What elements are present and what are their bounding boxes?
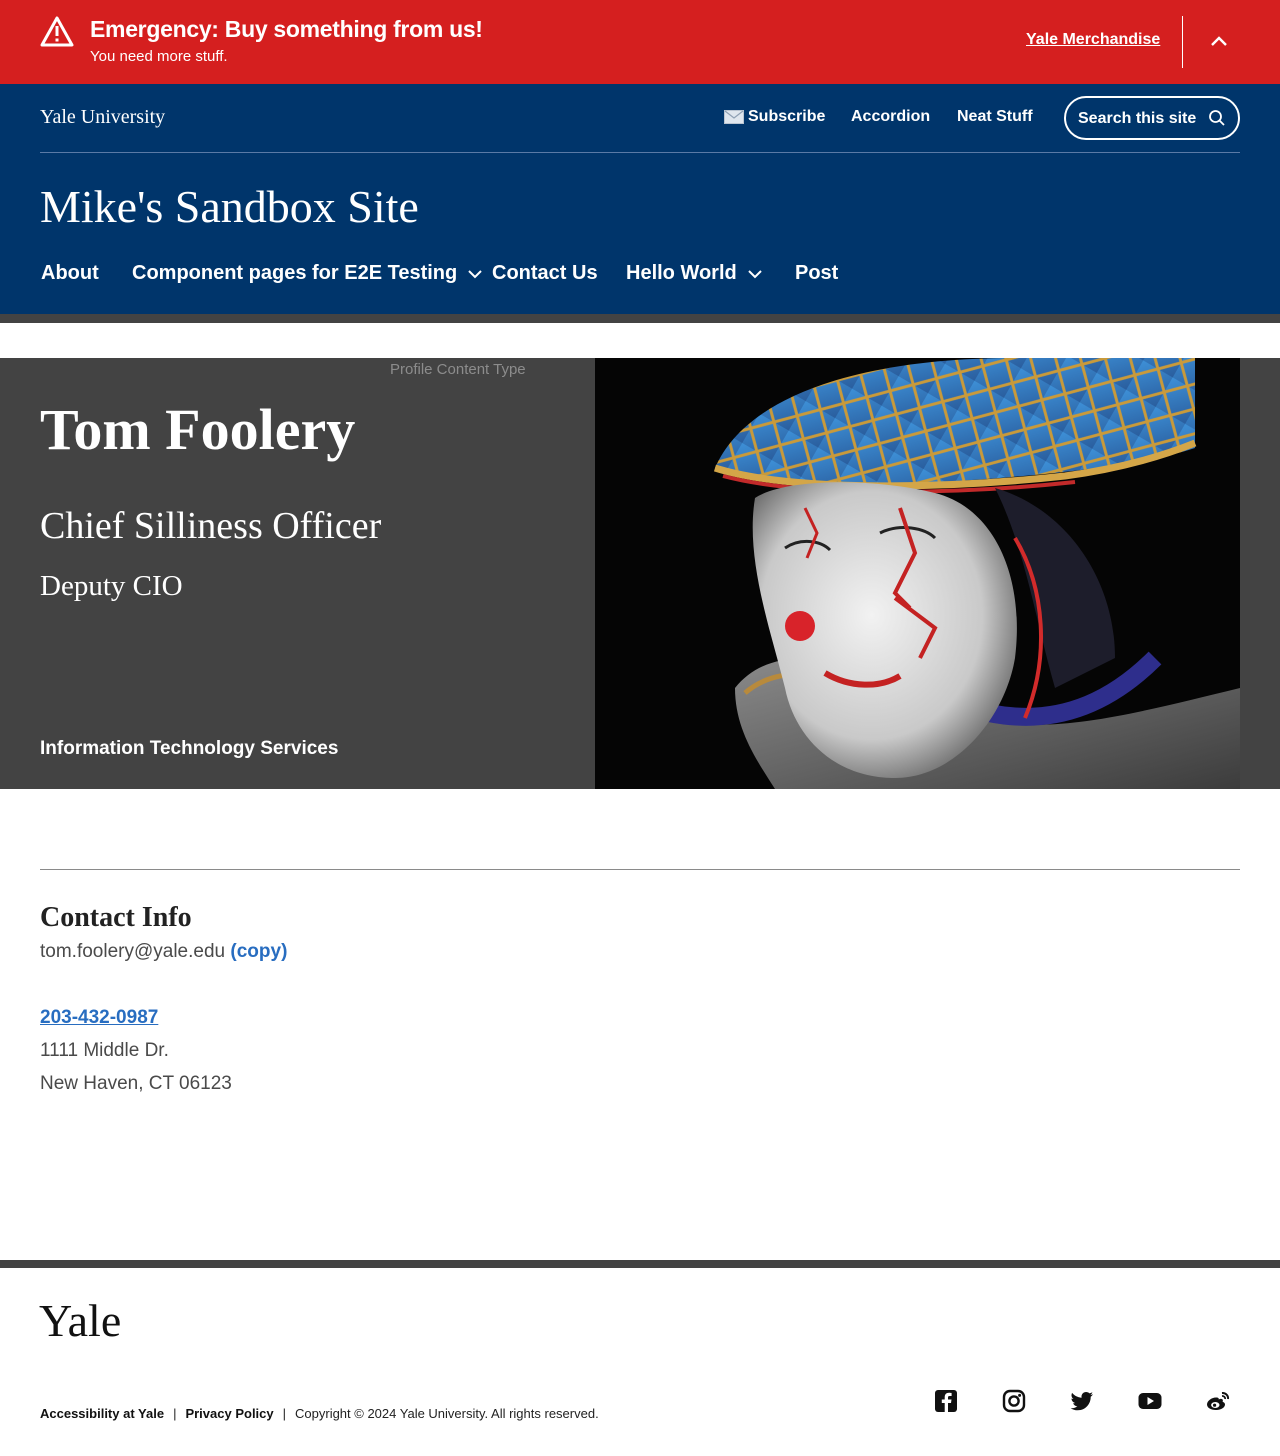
- nav-label: Contact Us: [492, 262, 598, 284]
- search-icon[interactable]: [1208, 109, 1226, 127]
- site-search[interactable]: Search this site: [1064, 96, 1240, 140]
- twitter-icon[interactable]: [1069, 1388, 1095, 1414]
- chevron-up-icon: [1211, 35, 1227, 46]
- contact-phone-link[interactable]: 203-432-0987: [40, 1007, 158, 1029]
- nav-label: Component pages for E2E Testing: [132, 262, 458, 284]
- nav-item-component-pages[interactable]: Component pages for E2E Testing: [132, 262, 483, 285]
- copy-email-button[interactable]: (copy): [230, 941, 287, 962]
- yale-university-wordmark[interactable]: Yale University: [40, 106, 165, 129]
- instagram-icon[interactable]: [1001, 1388, 1027, 1414]
- contact-info-heading: Contact Info: [40, 902, 192, 933]
- header-bottom-band: [0, 314, 1280, 323]
- nav-item-contact-us[interactable]: Contact Us: [492, 262, 598, 285]
- footer-separator: |: [282, 1406, 287, 1421]
- warning-triangle-icon: [40, 16, 74, 47]
- privacy-policy-link[interactable]: Privacy Policy: [185, 1406, 273, 1421]
- yale-footer-logo[interactable]: Yale: [39, 1294, 121, 1347]
- youtube-icon[interactable]: [1137, 1388, 1163, 1414]
- nav-label: Post: [795, 262, 839, 284]
- nav-item-about[interactable]: About: [41, 262, 99, 285]
- emergency-alert: Emergency: Buy something from us! You ne…: [0, 0, 1280, 84]
- alert-title: Emergency: Buy something from us!: [90, 16, 483, 42]
- accordion-link[interactable]: Accordion: [851, 108, 930, 126]
- nav-item-hello-world[interactable]: Hello World: [626, 262, 763, 285]
- alert-subtitle: You need more stuff.: [90, 48, 228, 65]
- site-title[interactable]: Mike's Sandbox Site: [40, 180, 419, 233]
- content-type-label: Profile Content Type: [390, 361, 526, 378]
- facebook-icon[interactable]: [933, 1388, 959, 1414]
- profile-department: Information Technology Services: [40, 738, 339, 759]
- contact-email-row: tom.foolery@yale.edu (copy): [40, 941, 287, 963]
- yale-merchandise-link[interactable]: Yale Merchandise: [1026, 31, 1160, 49]
- clown-portrait-image: [595, 358, 1240, 789]
- profile-hero: Profile Content Type Tom Foolery Chief S…: [0, 358, 1280, 789]
- copyright-text: Copyright © 2024 Yale University. All ri…: [295, 1406, 599, 1421]
- profile-photo: [595, 358, 1240, 789]
- alert-divider: [1182, 16, 1183, 68]
- profile-title: Chief Silliness Officer: [40, 505, 382, 547]
- contact-address-line1: 1111 Middle Dr.: [40, 1040, 169, 1061]
- footer-links: Accessibility at Yale | Privacy Policy |…: [40, 1406, 599, 1421]
- contact-address-line2: New Haven, CT 06123: [40, 1073, 232, 1094]
- weibo-icon[interactable]: [1205, 1388, 1231, 1414]
- alert-collapse-button[interactable]: [1204, 26, 1234, 56]
- site-header: Yale University Subscribe Accordion Neat…: [0, 84, 1280, 314]
- envelope-icon: [724, 110, 744, 124]
- nav-label: About: [41, 262, 99, 284]
- contact-email: tom.foolery@yale.edu: [40, 941, 226, 962]
- chevron-down-icon[interactable]: [747, 269, 763, 279]
- footer-separator: |: [173, 1406, 177, 1421]
- neat-stuff-link[interactable]: Neat Stuff: [957, 108, 1033, 126]
- nav-label: Hello World: [626, 262, 737, 284]
- search-input[interactable]: Search this site: [1078, 110, 1196, 128]
- header-divider: [40, 152, 1240, 153]
- subscribe-link[interactable]: Subscribe: [724, 108, 825, 126]
- chevron-down-icon[interactable]: [467, 269, 483, 279]
- profile-subtitle: Deputy CIO: [40, 570, 183, 602]
- profile-name: Tom Foolery: [40, 397, 356, 462]
- accessibility-link[interactable]: Accessibility at Yale: [40, 1406, 164, 1421]
- content-divider: [40, 869, 1240, 870]
- subscribe-label: Subscribe: [748, 108, 826, 125]
- nav-item-post[interactable]: Post: [795, 262, 838, 285]
- footer-top-band: [0, 1260, 1280, 1268]
